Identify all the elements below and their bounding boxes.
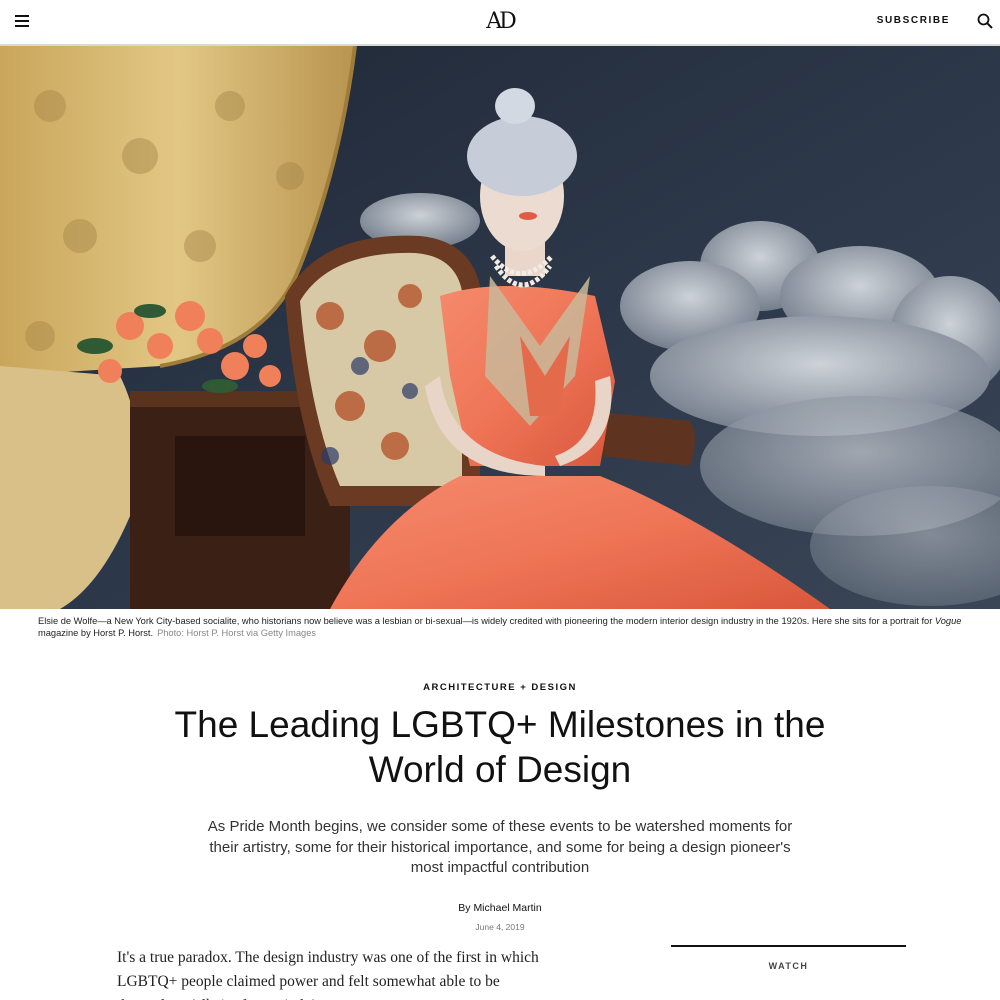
caption-text: Elsie de Wolfe—a New York City-based soc… [38,616,935,626]
caption-publication: Vogue [934,616,962,626]
hero-photo [0,46,1000,609]
article-body-paragraph: It's a true paradox. The design industry… [117,949,539,1000]
site-header: AD SUBSCRIBE [0,0,1000,44]
watch-heading: WATCH [768,961,809,971]
photo-credit: Photo: Horst P. Horst via Getty Images [157,628,317,638]
publish-date: June 4, 2019 [475,922,525,932]
watch-divider [671,945,906,947]
byline-prefix: By [458,902,474,914]
caption-text-end: magazine by Horst P. Horst. [38,628,154,638]
search-icon[interactable] [976,12,994,30]
hero-caption: Elsie de Wolfe—a New York City-based soc… [38,615,968,639]
article-dek: As Pride Month begins, we consider some … [207,818,793,876]
category-rubric[interactable]: ARCHITECTURE + DESIGN [0,682,1000,693]
site-logo[interactable]: AD [0,9,1000,34]
author-link[interactable]: Michael Martin [473,902,541,914]
subscribe-button[interactable]: SUBSCRIBE [877,15,950,26]
byline: By Michael Martin [0,902,1000,914]
article-headline: The Leading LGBTQ+ Milestones in the Wor… [174,704,826,790]
